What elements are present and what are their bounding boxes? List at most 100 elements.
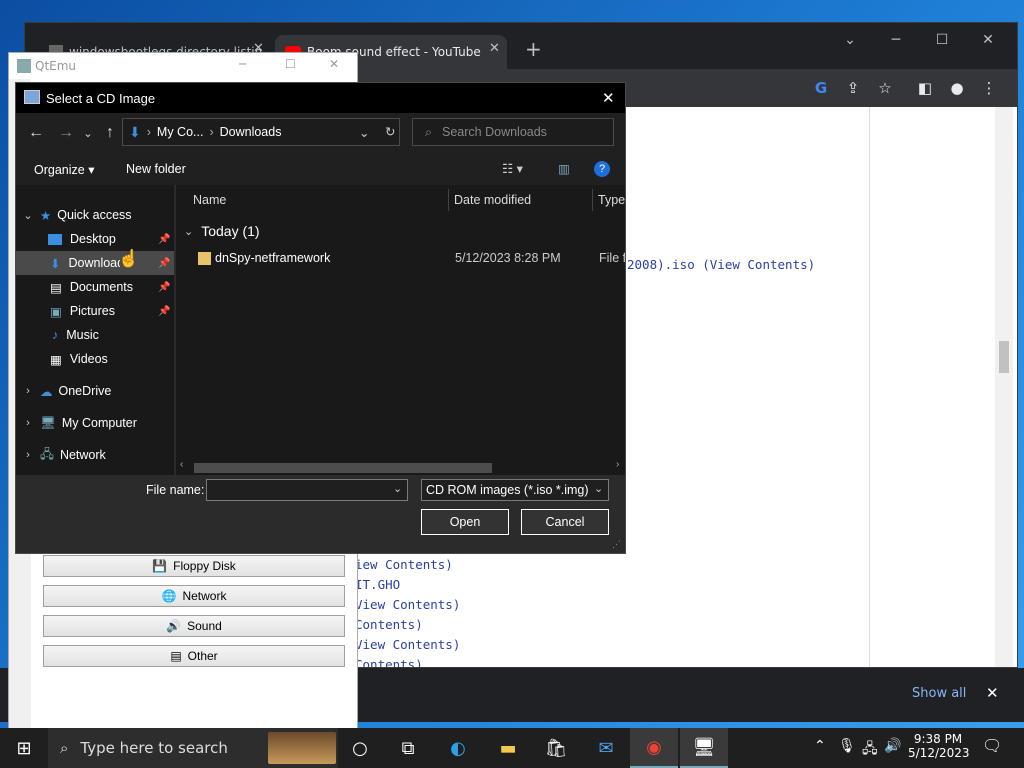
listing-line[interactable]: Contents) (355, 657, 423, 667)
group-header-today[interactable]: ⌄ Today (1) (184, 223, 260, 239)
view-options-icon[interactable]: ☷ ▾ (502, 161, 523, 176)
maximize-button[interactable]: ☐ (285, 57, 296, 71)
file-row[interactable]: dnSpy-netframework 5/12/2023 8:28 PM Fil… (176, 247, 625, 271)
clock[interactable]: 9:38 PM 5/12/2023 (908, 732, 970, 760)
tree-item-videos[interactable]: ▦ Videos (16, 347, 174, 371)
chevron-right-icon[interactable]: › (16, 385, 40, 397)
close-tab-icon[interactable]: ✕ (489, 41, 500, 56)
tree-item-pictures[interactable]: ▣ Pictures 📌 (16, 299, 174, 323)
organize-button[interactable]: Organize ▾ (34, 162, 94, 177)
chevron-down-icon[interactable]: ⌄ (16, 209, 40, 222)
column-type[interactable]: Type (598, 185, 625, 215)
close-window-button[interactable]: ✕ (329, 57, 339, 71)
show-all-link[interactable]: Show all (912, 686, 966, 701)
google-icon[interactable]: G (805, 69, 837, 107)
preview-pane-icon[interactable]: ▥ (558, 161, 570, 176)
cancel-button[interactable]: Cancel (521, 509, 609, 535)
open-button[interactable]: Open (421, 509, 509, 535)
microphone-icon[interactable]: 🎙 (838, 738, 856, 754)
address-bar[interactable]: ⬇ › My Co... › Downloads ⌄ ↻ (122, 118, 400, 146)
tree-item-network[interactable]: › 🖧 Network (16, 443, 174, 467)
tree-item-desktop[interactable]: Desktop 📌 (16, 227, 174, 251)
menu-dots-icon[interactable]: ⋮ (973, 69, 1005, 107)
resize-grip-icon[interactable]: ⋰ (612, 539, 621, 550)
tree-item-music[interactable]: ♪ Music (16, 323, 174, 347)
tree-label: Network (59, 448, 106, 462)
search-input[interactable]: ⌕ Search Downloads (412, 118, 614, 146)
chevron-down-icon[interactable]: ⌄ (594, 482, 603, 495)
file-type-filter[interactable]: CD ROM images (*.iso *.img) ⌄ (421, 479, 609, 501)
column-name[interactable]: Name (193, 185, 226, 215)
file-explorer-icon[interactable]: ▬ (484, 728, 532, 768)
listing-line[interactable]: iew Contents) (355, 557, 453, 572)
chevron-right-icon[interactable]: › (16, 417, 40, 429)
chevron-down-icon[interactable]: ⌄ (827, 23, 873, 57)
mail-icon[interactable]: ✉ (582, 728, 630, 768)
recent-locations-chevron-icon[interactable]: ⌄ (80, 121, 96, 145)
horizontal-scrollbar[interactable]: ‹ › (180, 459, 621, 473)
other-button[interactable]: ▤ Other (43, 645, 345, 667)
close-window-button[interactable]: ✕ (965, 23, 1011, 57)
listing-line[interactable]: Contents) (355, 617, 423, 632)
maximize-button[interactable]: ☐ (919, 23, 965, 57)
listing-line[interactable]: IT.GHO (355, 577, 400, 592)
scrollbar-thumb[interactable] (194, 463, 492, 473)
chevron-down-icon[interactable]: ⌄ (393, 482, 402, 495)
page-scrollbar[interactable] (995, 107, 1013, 667)
column-divider[interactable] (592, 189, 593, 211)
tree-label: Videos (69, 352, 108, 366)
network-button[interactable]: 🌐 Network (43, 585, 345, 607)
listing-line[interactable]: 2008).iso (View Contents) (627, 257, 815, 272)
chrome-icon[interactable]: ◉ (630, 728, 678, 768)
network-tray-icon[interactable]: 🖧 (862, 738, 878, 762)
back-arrow-icon[interactable]: ← (24, 121, 48, 145)
close-icon[interactable]: ✕ (986, 684, 999, 702)
column-date-modified[interactable]: Date modified (454, 185, 531, 215)
chevron-down-icon: ⌄ (184, 225, 194, 238)
star-icon[interactable]: ☆ (869, 69, 901, 107)
scrollbar-thumb[interactable] (999, 341, 1009, 373)
listing-line[interactable]: View Contents) (355, 597, 460, 612)
side-panel-icon[interactable]: ◧ (909, 69, 941, 107)
store-icon[interactable]: 🛍 (532, 728, 580, 768)
plus-icon[interactable]: + (525, 37, 542, 61)
notifications-icon[interactable]: 🗨 (982, 736, 1002, 755)
refresh-icon[interactable]: ↻ (385, 124, 395, 139)
share-icon[interactable]: ⇪ (837, 69, 869, 107)
breadcrumb-my-computer[interactable]: My Co... (157, 125, 204, 139)
tree-item-documents[interactable]: ▤ Documents 📌 (16, 275, 174, 299)
minimize-button[interactable]: ─ (239, 57, 246, 71)
scroll-left-icon[interactable]: ‹ (180, 459, 183, 470)
tree-item-downloads[interactable]: ⬇ Downloads 📌 (16, 251, 174, 275)
folder-icon (198, 252, 211, 265)
column-divider[interactable] (448, 189, 449, 211)
qtemu-taskbar-icon[interactable]: 🖥 (680, 728, 728, 768)
other-icon: ▤ (170, 649, 182, 663)
windows-start-icon[interactable]: ⊞ (0, 728, 48, 768)
file-name-label: File name: (146, 483, 205, 497)
minimize-button[interactable]: ─ (873, 23, 919, 57)
new-folder-button[interactable]: New folder (126, 162, 186, 176)
chevron-right-icon[interactable]: › (16, 449, 40, 461)
forward-arrow-icon[interactable]: → (54, 121, 78, 145)
chevron-up-icon[interactable]: ⌃ (814, 738, 826, 754)
tree-item-quick-access[interactable]: ⌄ ★ Quick access (16, 203, 174, 227)
volume-icon[interactable]: 🔊 (884, 738, 901, 754)
close-icon[interactable]: ✕ (602, 89, 615, 107)
help-icon[interactable]: ? (594, 161, 610, 177)
profile-icon[interactable]: ● (941, 69, 973, 107)
up-arrow-icon[interactable]: ↑ (98, 121, 122, 145)
tree-item-my-computer[interactable]: › 🖥 My Computer (16, 411, 174, 435)
chevron-down-icon[interactable]: ⌄ (359, 125, 369, 140)
task-view-icon[interactable]: ⧉ (384, 728, 432, 768)
breadcrumb-downloads[interactable]: Downloads (220, 125, 282, 139)
edge-icon[interactable]: ◐ (434, 728, 482, 768)
file-name-input[interactable]: ⌄ (206, 479, 408, 501)
sound-button[interactable]: 🔊 Sound (43, 615, 345, 637)
listing-line[interactable]: View Contents) (355, 637, 460, 652)
tree-item-onedrive[interactable]: › ☁ OneDrive (16, 379, 174, 403)
floppy-disk-button[interactable]: 💾 Floppy Disk (43, 555, 345, 577)
cortana-icon[interactable]: ○ (336, 728, 384, 768)
scroll-right-icon[interactable]: › (616, 459, 619, 470)
qtemu-titlebar: QtEmu ─ ☐ ✕ (9, 53, 357, 79)
